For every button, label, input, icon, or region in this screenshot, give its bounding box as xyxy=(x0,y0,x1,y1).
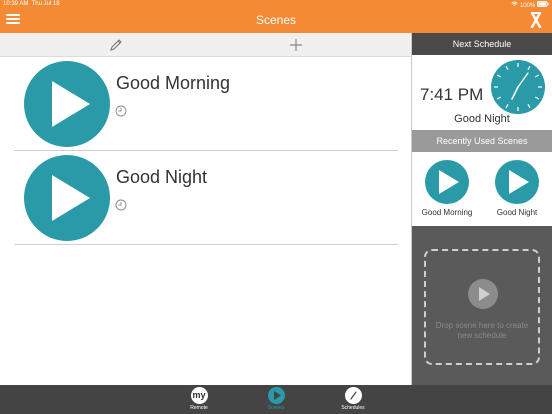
schedule-side-panel: Next Schedule 7:41 PM Good Night Recentl… xyxy=(412,33,552,385)
play-icon xyxy=(468,279,498,309)
clock-icon xyxy=(344,387,362,404)
pencil-icon[interactable] xyxy=(108,37,124,53)
remote-icon-text: my xyxy=(192,390,206,400)
scene-name: Good Night xyxy=(116,167,208,187)
drop-zone-hint: Drop scene here to create new schedule xyxy=(435,321,529,340)
tab-bar: my Remote Scenes Schedules xyxy=(0,385,552,414)
tab-schedules[interactable]: Schedules xyxy=(328,387,378,411)
status-right: 100% xyxy=(511,1,549,9)
recent-scenes-panel: Good Morning Good Night xyxy=(412,152,552,226)
recent-scene-good-night[interactable]: Good Night xyxy=(482,160,552,217)
recent-scenes-header: Recently Used Scenes xyxy=(412,130,552,152)
tab-remote[interactable]: my Remote xyxy=(174,387,224,411)
plus-icon[interactable] xyxy=(288,37,304,53)
app-logo-icon[interactable] xyxy=(530,11,542,29)
tab-label: Scenes xyxy=(267,405,285,411)
tab-label: Schedules xyxy=(341,405,365,411)
tab-scenes[interactable]: Scenes xyxy=(251,387,301,411)
schedule-drop-zone[interactable]: Drop scene here to create new schedule xyxy=(424,249,540,365)
next-schedule-time: 7:41 PM xyxy=(420,85,484,104)
scene-list: Good Morning Good Night xyxy=(0,57,412,385)
status-time: 10:39 AM xyxy=(3,1,29,7)
page-title: Scenes xyxy=(255,13,297,27)
remote-icon: my xyxy=(190,387,208,404)
scenes-toolbar xyxy=(0,33,412,57)
nav-bar: Scenes xyxy=(0,9,552,33)
analog-clock-icon xyxy=(490,59,546,120)
next-schedule-header: Next Schedule xyxy=(412,33,552,55)
play-icon[interactable] xyxy=(495,160,539,204)
recent-scene-good-morning[interactable]: Good Morning xyxy=(412,160,482,217)
recent-scene-label: Good Night xyxy=(496,208,538,217)
clock-icon xyxy=(115,104,127,117)
clock-icon xyxy=(115,198,127,211)
status-date: Thu Jul 18 xyxy=(31,1,60,7)
play-icon xyxy=(267,387,285,404)
play-icon[interactable] xyxy=(24,61,110,147)
scene-row-good-night[interactable]: Good Night xyxy=(14,151,398,245)
status-time-date: 10:39 AM Thu Jul 18 xyxy=(3,1,60,7)
recent-scene-label: Good Morning xyxy=(421,208,473,217)
tab-label: Remote xyxy=(190,405,208,411)
status-bar: 10:39 AM Thu Jul 18 100% xyxy=(0,0,552,9)
scene-row-good-morning[interactable]: Good Morning xyxy=(14,57,398,151)
play-icon[interactable] xyxy=(425,160,469,204)
play-icon[interactable] xyxy=(24,155,110,241)
next-schedule-card[interactable]: 7:41 PM Good Night xyxy=(412,55,552,130)
next-schedule-scene: Good Night xyxy=(454,113,510,125)
scene-name: Good Morning xyxy=(116,73,231,93)
